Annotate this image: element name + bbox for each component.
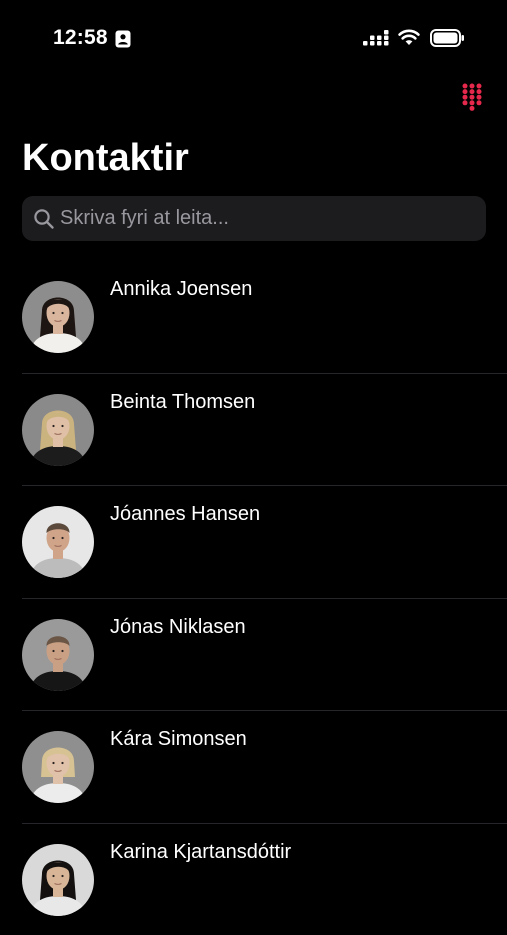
- contact-row[interactable]: Jóannes Hansen: [0, 485, 507, 598]
- contact-row[interactable]: Karina Kjartansdóttir: [0, 823, 507, 935]
- contact-name: Beinta Thomsen: [110, 390, 255, 414]
- page-title: Kontaktir: [22, 134, 189, 182]
- avatar: [22, 394, 94, 466]
- avatar-photo: [22, 506, 94, 578]
- avatar: [22, 731, 94, 803]
- avatar: [22, 619, 94, 691]
- avatar-photo: [22, 844, 94, 916]
- contact-list: Annika Joensen Beinta Thomsen Jóannes Ha…: [0, 260, 507, 935]
- keypad-icon: [455, 80, 489, 114]
- battery-icon: [430, 29, 465, 47]
- signal-icon: [363, 30, 390, 47]
- contact-row[interactable]: Kára Simonsen: [0, 710, 507, 823]
- contact-row[interactable]: Jónas Niklasen: [0, 598, 507, 711]
- contact-name: Jóannes Hansen: [110, 502, 260, 526]
- avatar: [22, 506, 94, 578]
- contact-name: Karina Kjartansdóttir: [110, 840, 291, 864]
- contact-row[interactable]: Beinta Thomsen: [0, 373, 507, 486]
- contact-card-icon: [115, 30, 131, 48]
- contact-row[interactable]: Annika Joensen: [0, 260, 507, 373]
- avatar-photo: [22, 394, 94, 466]
- avatar: [22, 844, 94, 916]
- search-icon: [33, 208, 55, 230]
- avatar-photo: [22, 731, 94, 803]
- status-time: 12:58: [53, 26, 108, 50]
- wifi-icon: [398, 28, 420, 46]
- avatar-photo: [22, 281, 94, 353]
- search-input[interactable]: [60, 196, 470, 241]
- keypad-button[interactable]: [455, 80, 489, 114]
- contact-name: Jónas Niklasen: [110, 615, 246, 639]
- avatar: [22, 281, 94, 353]
- search-bar[interactable]: [22, 196, 486, 241]
- contact-name: Kára Simonsen: [110, 727, 247, 751]
- contact-name: Annika Joensen: [110, 277, 252, 301]
- avatar-photo: [22, 619, 94, 691]
- status-bar: 12:58: [0, 0, 507, 78]
